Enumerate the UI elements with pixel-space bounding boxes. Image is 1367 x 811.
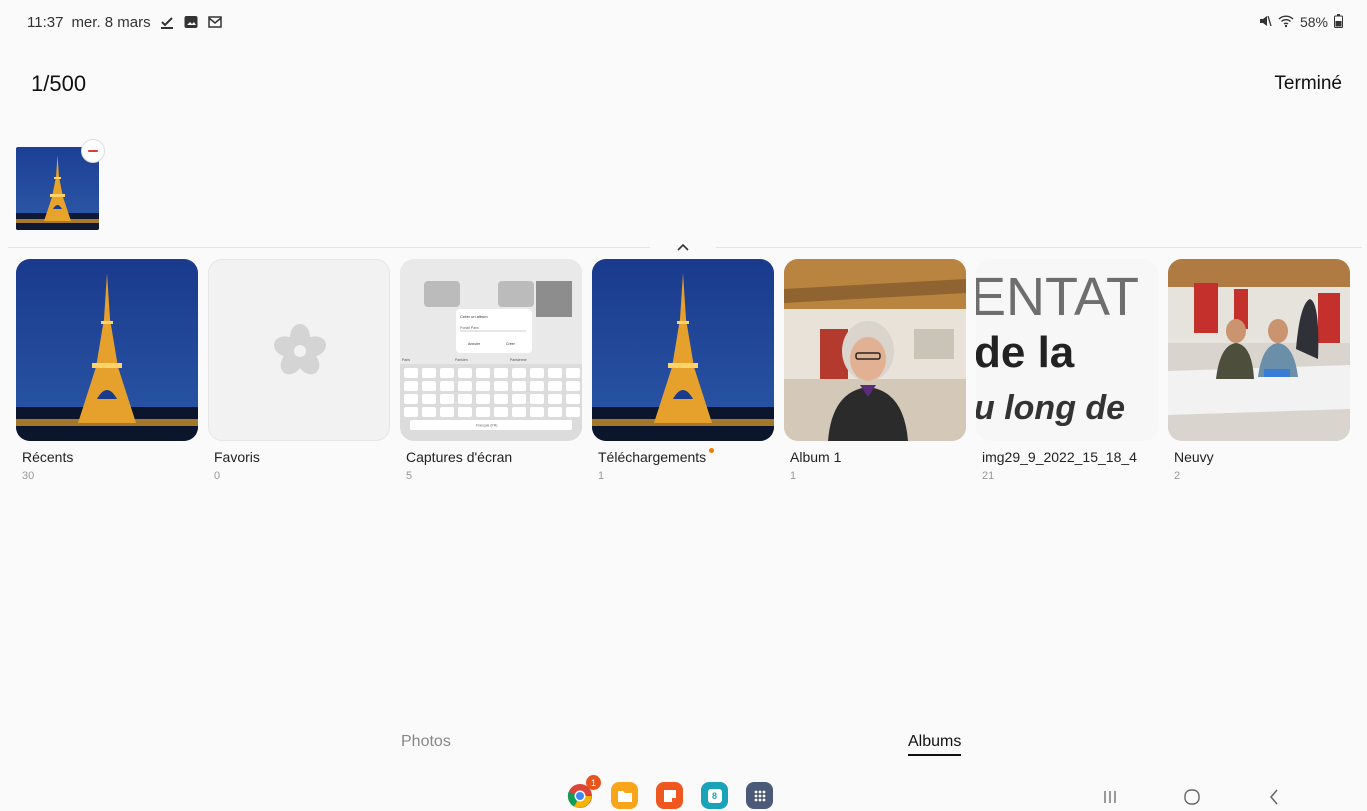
home-button[interactable]: [1179, 786, 1205, 808]
album-cover: [592, 259, 774, 441]
gallery-notification-icon: [183, 14, 199, 30]
tab-albums[interactable]: Albums: [908, 733, 962, 756]
battery-icon: [1334, 13, 1343, 31]
chrome-app-icon[interactable]: 1: [566, 775, 601, 809]
suggestion-2: Parisien: [455, 358, 468, 362]
recents-icon: [1104, 791, 1116, 803]
album-name: Neuvy: [1174, 449, 1214, 465]
album-cover: [16, 259, 198, 441]
status-date: mer. 8 mars: [71, 13, 151, 31]
album-item-downloads[interactable]: Téléchargements 1: [592, 259, 774, 482]
bottom-tabs: Photos Albums: [0, 733, 1367, 763]
dialog-create: Créer: [506, 342, 516, 346]
tab-photos[interactable]: Photos: [401, 733, 451, 751]
album-count: 1: [598, 470, 605, 482]
app-drawer-icon[interactable]: [746, 782, 773, 809]
remove-selection-button[interactable]: [81, 139, 105, 163]
done-button[interactable]: Terminé: [1274, 73, 1342, 95]
poster-line-2: de la: [976, 328, 1075, 377]
album-name: Captures d'écran: [406, 449, 513, 465]
battery-level: 58%: [1299, 14, 1328, 30]
calendar-app-icon[interactable]: 8: [701, 782, 728, 809]
recent-apps-button[interactable]: [1097, 786, 1123, 808]
album-grid: Récents 30 Favoris 0 Créer un album Port…: [16, 259, 1350, 482]
status-time: 11:37: [27, 13, 64, 31]
app-dock: 1 8: [566, 775, 773, 809]
notification-badge: 1: [586, 775, 601, 790]
mute-icon: [1258, 14, 1272, 31]
album-item-favorites[interactable]: Favoris 0: [208, 259, 390, 482]
album-cover: ENTAT de la u long de: [976, 259, 1158, 441]
album-name: Album 1: [790, 449, 842, 465]
album-cover: Créer un album Portail Paris Annuler Cré…: [400, 259, 582, 441]
suggestion-1: Paris: [402, 358, 410, 362]
calendar-day: 8: [707, 788, 722, 803]
back-button[interactable]: [1261, 786, 1287, 808]
selection-counter: 1/500: [31, 71, 87, 96]
my-files-app-icon[interactable]: [611, 782, 638, 809]
selection-header: 1/500 Terminé: [0, 62, 1367, 106]
album-name: Téléchargements: [592, 448, 774, 465]
back-icon: [1270, 789, 1278, 805]
album-item-img29[interactable]: ENTAT de la u long de img29_9_2022_15_18…: [976, 259, 1158, 482]
dialog-cancel: Annuler: [468, 342, 481, 346]
album-item-screenshots[interactable]: Créer un album Portail Paris Annuler Cré…: [400, 259, 582, 482]
album-count: 2: [1174, 470, 1181, 482]
album-count: 0: [214, 470, 221, 482]
poster-line-3: u long de: [976, 389, 1125, 427]
new-content-dot: [709, 448, 715, 453]
album-count: 5: [406, 470, 413, 482]
wifi-icon: [1278, 14, 1294, 31]
album-item-recents[interactable]: Récents 30: [16, 259, 198, 482]
selected-items-tray: [16, 139, 106, 233]
gmail-icon: [207, 14, 223, 30]
system-nav-bar: [1097, 786, 1287, 808]
flower-icon: [273, 324, 327, 375]
album-count: 1: [790, 470, 797, 482]
download-done-icon: [159, 14, 175, 30]
album-name-text: Téléchargements: [598, 449, 707, 465]
album-count: 30: [22, 470, 35, 482]
chevron-up-icon: [677, 243, 689, 251]
keyboard-language: Français (FR): [476, 424, 497, 428]
album-name: Favoris: [214, 449, 260, 465]
suggestion-3: Parisienne: [510, 358, 527, 362]
notes-app-icon[interactable]: [656, 782, 683, 809]
minus-icon: [88, 150, 98, 152]
poster-line-1: ENTAT: [976, 267, 1139, 327]
dialog-input: Portail Paris: [460, 326, 479, 330]
album-cover: [784, 259, 966, 441]
album-cover: [208, 259, 390, 441]
dialog-title: Créer un album: [460, 314, 488, 319]
status-bar: 11:37 mer. 8 mars 58%: [0, 0, 1367, 44]
album-item-album-1[interactable]: Album 1 1: [784, 259, 966, 482]
album-name: img29_9_2022_15_18_4: [982, 449, 1137, 465]
home-icon: [1184, 789, 1200, 805]
collapse-tray-button[interactable]: [650, 236, 716, 258]
album-cover: [1168, 259, 1350, 441]
album-count: 21: [982, 470, 995, 482]
album-name: Récents: [22, 449, 74, 465]
album-item-neuvy[interactable]: Neuvy 2: [1168, 259, 1350, 482]
